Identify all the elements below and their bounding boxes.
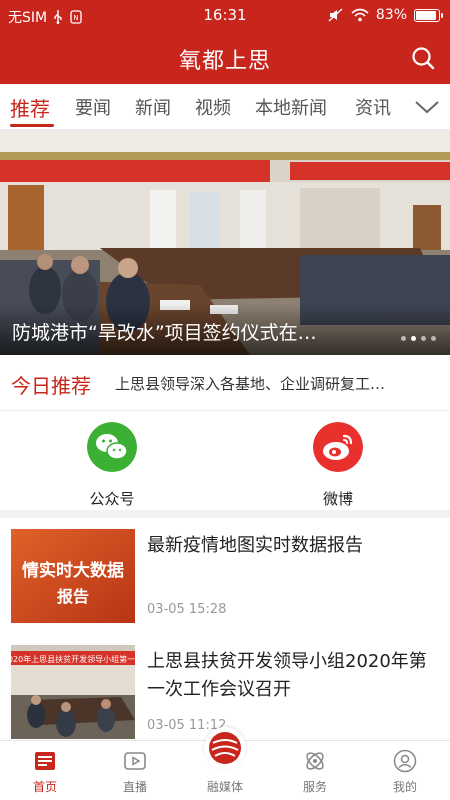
tab-home-label: 首页	[32, 780, 57, 794]
mute-icon	[328, 8, 343, 22]
tab-service-label: 服务	[302, 780, 327, 794]
tab-mine[interactable]: 我的	[360, 741, 450, 800]
wechat-official-link[interactable]: 公众号	[57, 422, 167, 509]
news-thumbnail: 情实时大数据 报告	[11, 529, 135, 623]
news-time: 03-05 15:28	[147, 602, 227, 617]
tab-info[interactable]: 资讯	[355, 94, 391, 120]
active-tab-indicator	[10, 124, 54, 127]
thumbnail-banner-text: 2020年上思县扶贫开发领导小组第一次	[11, 654, 135, 664]
tab-media-label: 融媒体	[206, 780, 243, 794]
tab-news[interactable]: 新闻	[135, 94, 171, 120]
news-title: 最新疫情地图实时数据报告	[147, 535, 363, 556]
today-recommend-label: 今日推荐	[11, 374, 91, 398]
app-title: 氧都上思	[178, 49, 271, 74]
wechat-official-label: 公众号	[89, 490, 135, 508]
carousel-dot-active	[411, 336, 416, 341]
thumbnail-text: 情实时大数据	[22, 560, 124, 581]
tab-recommend[interactable]: 推荐	[10, 93, 50, 122]
weibo-icon	[313, 422, 363, 472]
wechat-icon	[87, 422, 137, 472]
tab-live-label: 直播	[122, 780, 147, 794]
tab-headlines[interactable]: 要闻	[75, 94, 111, 120]
battery-icon	[414, 8, 443, 22]
search-icon[interactable]	[410, 45, 436, 71]
carousel-dot	[421, 336, 426, 341]
tab-live[interactable]: 直播	[90, 741, 180, 800]
weibo-label: 微博	[322, 490, 353, 508]
home-icon	[35, 752, 55, 770]
globe-icon	[209, 732, 241, 764]
news-item[interactable]: 情实时大数据 报告 最新疫情地图实时数据报告 03-05 15:28	[0, 518, 450, 638]
tab-video[interactable]: 视频	[195, 94, 231, 120]
app-bar: 氧都上思	[0, 32, 450, 84]
tab-mine-label: 我的	[392, 780, 417, 794]
orbit-icon	[306, 752, 324, 770]
tab-home[interactable]: 首页	[0, 741, 90, 800]
user-icon	[393, 749, 417, 773]
chevron-down-icon	[415, 101, 439, 114]
channel-tabs: 推荐 要闻 新闻 视频 本地新闻 资讯	[0, 84, 450, 130]
headline-banner[interactable]: 防城港市“旱改水”项目签约仪式在…	[0, 130, 450, 355]
weibo-link[interactable]: 微博	[283, 422, 393, 509]
news-thumbnail: 2020年上思县扶贫开发领导小组第一次	[11, 645, 135, 739]
play-icon	[124, 752, 146, 770]
thumbnail-text: 报告	[57, 587, 89, 606]
news-title: 上思县扶贫开发领导小组2020年第一次工作会议召开	[147, 651, 427, 700]
battery-percent: 83%	[375, 7, 407, 23]
tab-service[interactable]: 服务	[270, 741, 360, 800]
quick-links: 公众号 微博	[0, 412, 450, 518]
status-bar: 无SIM N 16:31 83%	[0, 0, 450, 32]
tab-local-news[interactable]: 本地新闻	[255, 94, 327, 120]
wifi-icon	[351, 8, 369, 22]
carousel-dot	[401, 336, 406, 341]
tab-media[interactable]: 融媒体	[180, 727, 270, 800]
today-recommend-headline[interactable]: 上思县领导深入各基地、企业调研复工…	[115, 373, 440, 394]
carousel-dots	[401, 336, 436, 341]
banner-caption: 防城港市“旱改水”项目签约仪式在…	[12, 322, 317, 344]
today-recommend-bar[interactable]: 今日推荐 上思县领导深入各基地、企业调研复工…	[0, 355, 450, 411]
more-channels-button[interactable]	[398, 84, 450, 129]
carousel-dot	[431, 336, 436, 341]
bottom-tab-bar: 首页 直播 融媒体 服务 我的	[0, 727, 450, 800]
